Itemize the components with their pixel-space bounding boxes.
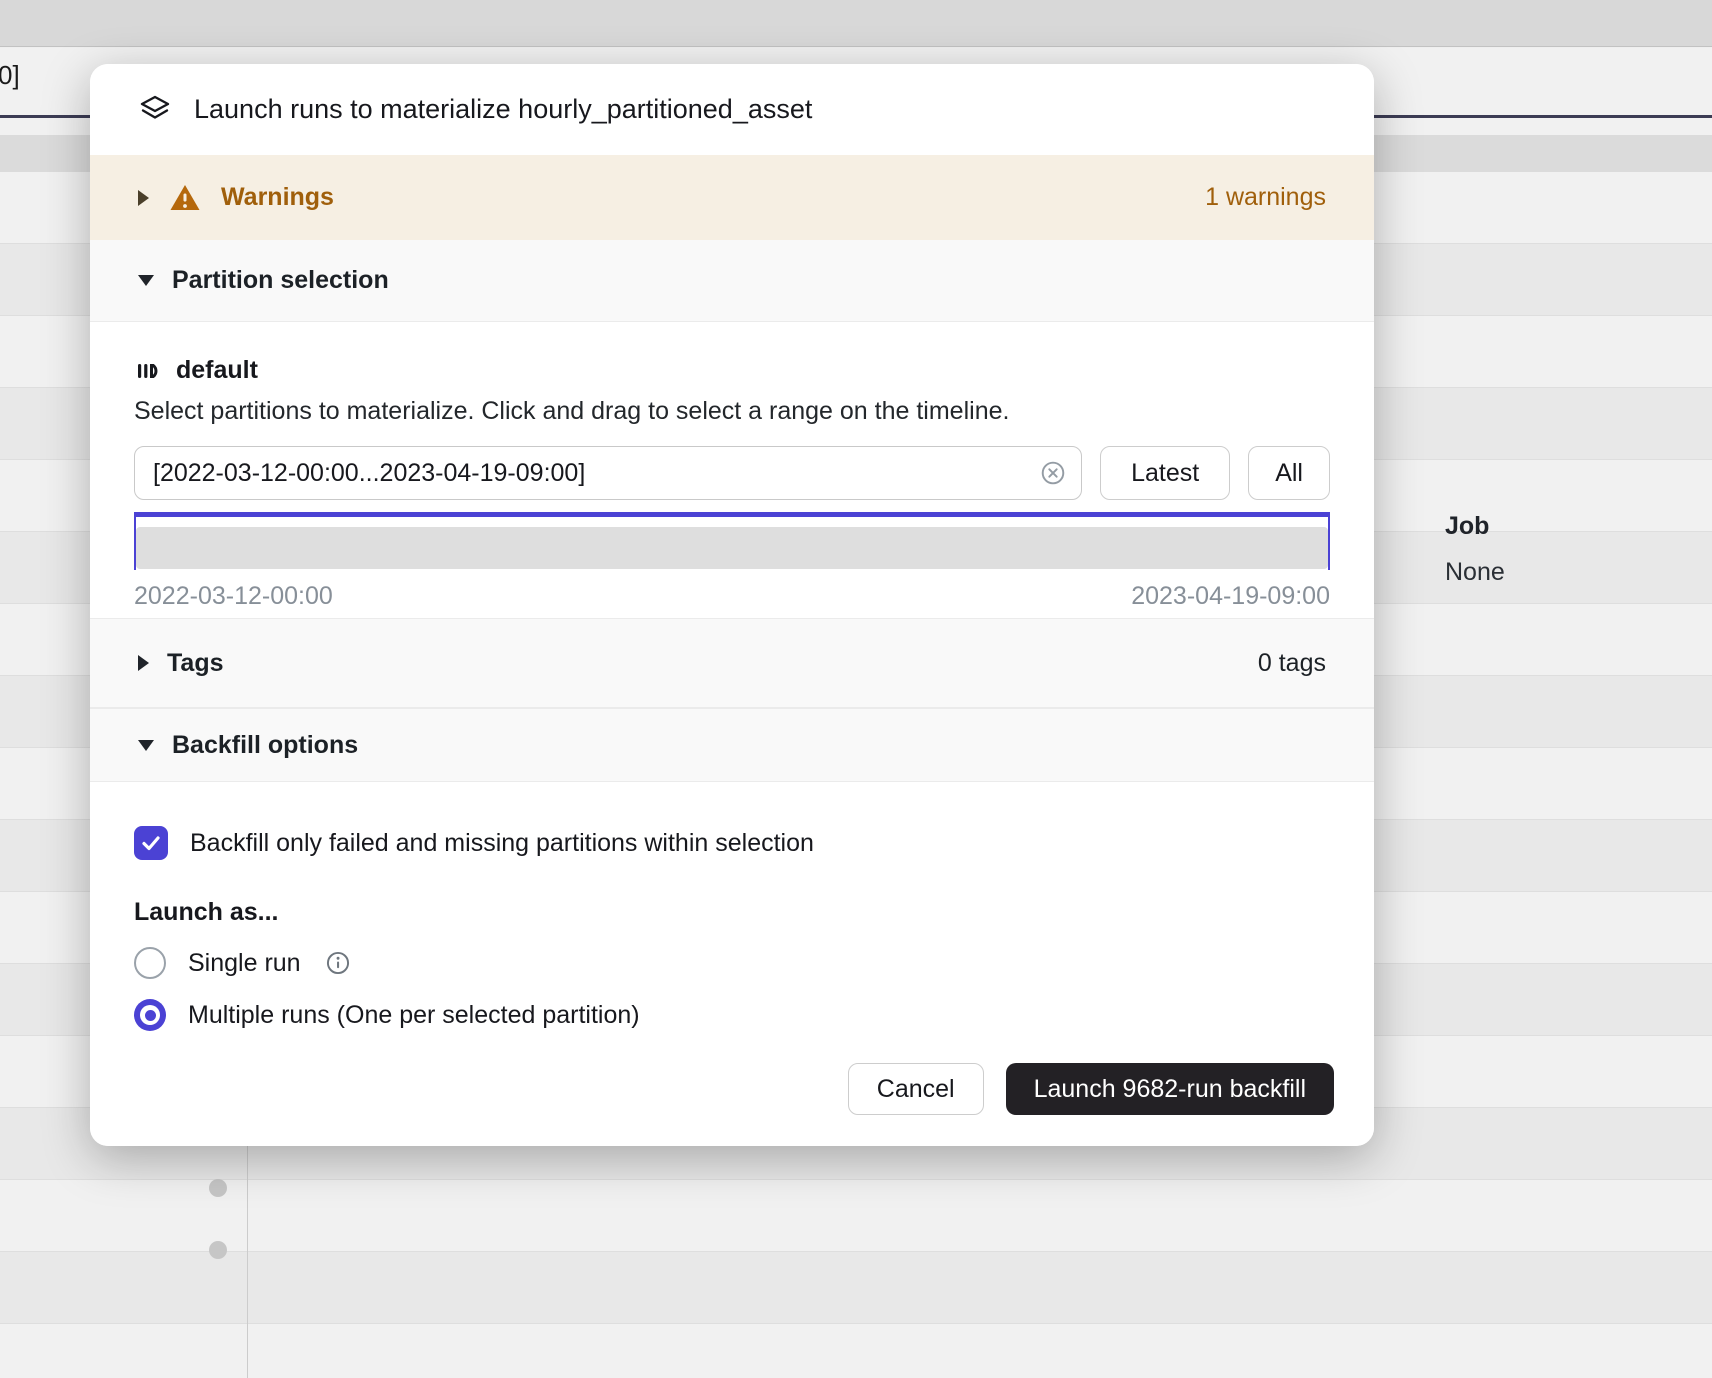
- check-icon: [139, 831, 163, 855]
- timeline-end-label: 2023-04-19-09:00: [1131, 582, 1330, 611]
- job-column-header: Job: [1445, 512, 1505, 541]
- warning-icon: [169, 183, 201, 213]
- radio-dot: [145, 1010, 156, 1021]
- dimension-row: default: [134, 356, 1330, 385]
- radio-ring: [140, 1005, 160, 1025]
- multiple-runs-label: Multiple runs (One per selected partitio…: [188, 1001, 640, 1030]
- background-column-border: [247, 1146, 248, 1378]
- clipped-text: 0]: [0, 60, 20, 91]
- warnings-label: Warnings: [221, 183, 334, 212]
- info-icon: [325, 950, 351, 976]
- chevron-down-icon: [138, 275, 154, 286]
- single-run-option[interactable]: Single run: [134, 947, 1330, 979]
- failed-missing-checkbox-label: Backfill only failed and missing partiti…: [190, 829, 814, 858]
- asset-stack-icon: [138, 93, 172, 127]
- all-button[interactable]: All: [1248, 446, 1330, 500]
- tags-count: 0 tags: [1258, 649, 1326, 678]
- chevron-down-icon: [138, 740, 154, 751]
- partition-range-input[interactable]: [134, 446, 1082, 500]
- tags-title: Tags: [167, 649, 224, 678]
- partition-timeline[interactable]: [134, 512, 1330, 570]
- dialog-title: Launch runs to materialize hourly_partit…: [194, 94, 812, 125]
- backfill-options-title: Backfill options: [172, 731, 358, 760]
- multiple-runs-option[interactable]: Multiple runs (One per selected partitio…: [134, 999, 1330, 1031]
- partition-selection-header[interactable]: Partition selection: [90, 240, 1374, 322]
- partition-controls-row: Latest All: [134, 446, 1330, 500]
- timeline-labels: 2022-03-12-00:00 2023-04-19-09:00: [134, 582, 1330, 611]
- launch-backfill-dialog: Launch runs to materialize hourly_partit…: [90, 64, 1374, 1146]
- partition-dimension-name: default: [176, 356, 258, 385]
- multiple-runs-radio[interactable]: [134, 999, 166, 1031]
- dialog-footer: Cancel Launch 9682-run backfill: [90, 1032, 1374, 1146]
- chevron-right-icon: [138, 190, 149, 206]
- partition-icon: [134, 357, 162, 385]
- single-run-radio[interactable]: [134, 947, 166, 979]
- single-run-info-button[interactable]: [325, 950, 351, 976]
- job-column-value: None: [1445, 558, 1505, 587]
- partition-selection-description: Select partitions to materialize. Click …: [134, 397, 1330, 426]
- background-top-band: [0, 0, 1712, 47]
- clear-input-button[interactable]: [1040, 460, 1066, 486]
- failed-missing-checkbox-row[interactable]: Backfill only failed and missing partiti…: [134, 826, 1330, 860]
- latest-button[interactable]: Latest: [1100, 446, 1230, 500]
- warnings-section-header[interactable]: Warnings 1 warnings: [90, 155, 1374, 240]
- failed-missing-checkbox[interactable]: [134, 826, 168, 860]
- cancel-button[interactable]: Cancel: [848, 1063, 984, 1115]
- partition-header-left: Partition selection: [138, 266, 389, 295]
- chevron-right-icon: [138, 655, 149, 671]
- timeline-bar: [136, 527, 1328, 569]
- row-dot: [209, 1241, 227, 1259]
- launch-backfill-button[interactable]: Launch 9682-run backfill: [1006, 1063, 1334, 1115]
- partition-selection-content: default Select partitions to materialize…: [90, 322, 1374, 618]
- single-run-label: Single run: [188, 949, 301, 978]
- row-dot: [209, 1179, 227, 1197]
- warnings-count: 1 warnings: [1205, 183, 1326, 212]
- tags-header-left: Tags: [138, 649, 224, 678]
- tags-section-header[interactable]: Tags 0 tags: [90, 618, 1374, 708]
- backfill-options-header[interactable]: Backfill options: [90, 708, 1374, 782]
- job-column: Job None: [1445, 512, 1505, 587]
- timeline-start-label: 2022-03-12-00:00: [134, 582, 333, 611]
- launch-as-label: Launch as...: [134, 898, 1330, 927]
- dialog-header: Launch runs to materialize hourly_partit…: [90, 64, 1374, 155]
- backfill-options-content: Backfill only failed and missing partiti…: [90, 782, 1374, 1032]
- clear-circle-x-icon: [1040, 460, 1066, 486]
- partition-range-input-wrap: [134, 446, 1082, 500]
- backfill-header-left: Backfill options: [138, 731, 358, 760]
- warnings-left-group: Warnings: [138, 183, 334, 213]
- screen: 0] Job None Launch runs to materialize h…: [0, 0, 1712, 1378]
- partition-selection-title: Partition selection: [172, 266, 389, 295]
